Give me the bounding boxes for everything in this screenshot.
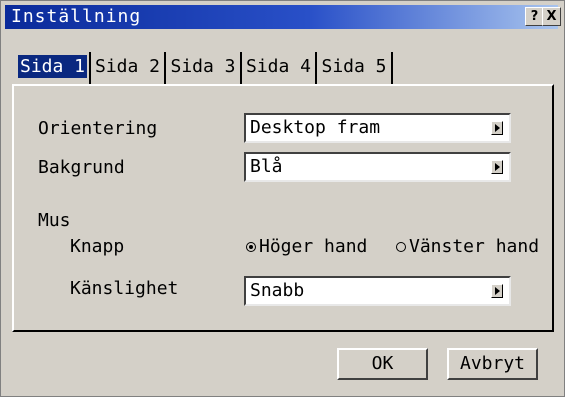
settings-dialog: Inställning ? X Sida 1 Sida 2 Sida 3 Sid… bbox=[0, 0, 565, 397]
sensitivity-select[interactable]: Snabb bbox=[244, 276, 511, 306]
tab-label: Sida 3 bbox=[170, 56, 236, 77]
tab-sida-3[interactable]: Sida 3 bbox=[166, 52, 242, 84]
radio-right-hand[interactable]: Höger hand bbox=[246, 236, 367, 258]
tab-label: Sida 1 bbox=[17, 55, 88, 78]
orientation-label: Orientering bbox=[38, 118, 158, 139]
title-bar[interactable]: Inställning ? X bbox=[5, 5, 561, 29]
cancel-button[interactable]: Avbryt bbox=[447, 348, 538, 380]
background-value: Blå bbox=[250, 156, 283, 177]
background-label: Bakgrund bbox=[38, 157, 125, 178]
mouse-button-label: Knapp bbox=[70, 236, 125, 257]
ok-button[interactable]: OK bbox=[337, 348, 428, 380]
tab-label: Sida 5 bbox=[321, 56, 387, 77]
tab-sida-2[interactable]: Sida 2 bbox=[91, 52, 166, 84]
sensitivity-label: Känslighet bbox=[70, 278, 179, 299]
sensitivity-value: Snabb bbox=[250, 280, 305, 301]
mouse-section-label: Mus bbox=[38, 210, 71, 231]
radio-label: Vänster hand bbox=[409, 236, 540, 257]
tab-label: Sida 2 bbox=[94, 56, 161, 77]
radio-label: Höger hand bbox=[259, 236, 368, 257]
background-select[interactable]: Blå bbox=[244, 152, 511, 182]
radio-left-hand[interactable]: Vänster hand bbox=[396, 236, 539, 258]
radio-unselected-icon bbox=[396, 242, 406, 252]
dropdown-arrow-icon[interactable] bbox=[491, 121, 503, 135]
orientation-select[interactable]: Desktop fram bbox=[244, 113, 511, 143]
dialog-title: Inställning bbox=[11, 6, 142, 27]
tab-sida-1[interactable]: Sida 1 bbox=[16, 52, 91, 84]
tab-sida-4[interactable]: Sida 4 bbox=[242, 52, 317, 84]
dropdown-arrow-icon[interactable] bbox=[491, 160, 503, 174]
orientation-value: Desktop fram bbox=[250, 117, 381, 138]
dropdown-arrow-icon[interactable] bbox=[491, 284, 503, 298]
close-button[interactable]: X bbox=[542, 7, 561, 26]
tab-label: Sida 4 bbox=[245, 56, 312, 77]
tab-sida-5[interactable]: Sida 5 bbox=[317, 52, 393, 84]
radio-selected-icon bbox=[246, 242, 256, 252]
